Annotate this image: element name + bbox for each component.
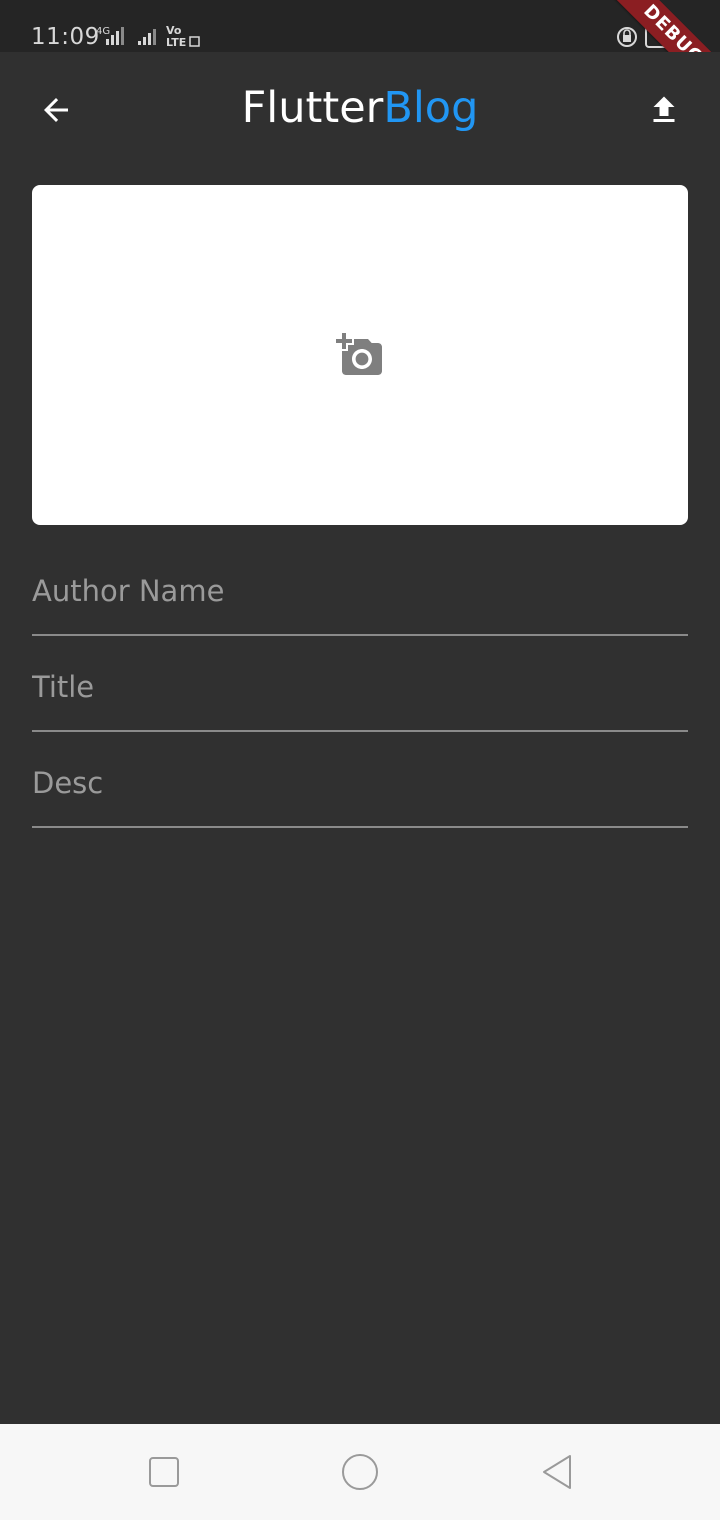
upload-button[interactable] (636, 82, 692, 138)
system-back-button[interactable] (534, 1450, 578, 1494)
app-title-flutter: Flutter (241, 83, 384, 133)
triangle-back-icon (543, 1455, 571, 1489)
circle-icon (342, 1454, 378, 1490)
square-icon (149, 1457, 179, 1487)
author-name-input[interactable] (32, 538, 688, 634)
desc-input[interactable] (32, 730, 688, 826)
rotation-lock-icon (617, 27, 637, 47)
status-bar: 11:09 4G Vo LTE (0, 0, 720, 52)
author-name-field (32, 538, 688, 636)
upload-icon (653, 96, 675, 122)
network-type-label: 4G (96, 26, 110, 37)
desc-field (32, 730, 688, 828)
home-button[interactable] (338, 1450, 382, 1494)
title-input[interactable] (32, 634, 688, 730)
svg-text:LTE: LTE (166, 36, 186, 49)
app-title-blog: Blog (383, 83, 479, 133)
add-a-photo-icon (336, 333, 382, 375)
title-field (32, 634, 688, 732)
app-title: FlutterBlog (0, 82, 720, 134)
app-screen: 11:09 4G Vo LTE DEBUG FlutterBlog Author… (0, 0, 720, 1520)
app-bar: FlutterBlog (0, 52, 720, 164)
status-time: 11:09 (31, 24, 100, 50)
recent-apps-button[interactable] (142, 1450, 186, 1494)
system-nav-bar (0, 1424, 720, 1520)
signal-icons: 4G Vo LTE (96, 24, 206, 55)
image-picker[interactable] (32, 185, 688, 525)
signal-strength-2-icon (138, 29, 156, 45)
